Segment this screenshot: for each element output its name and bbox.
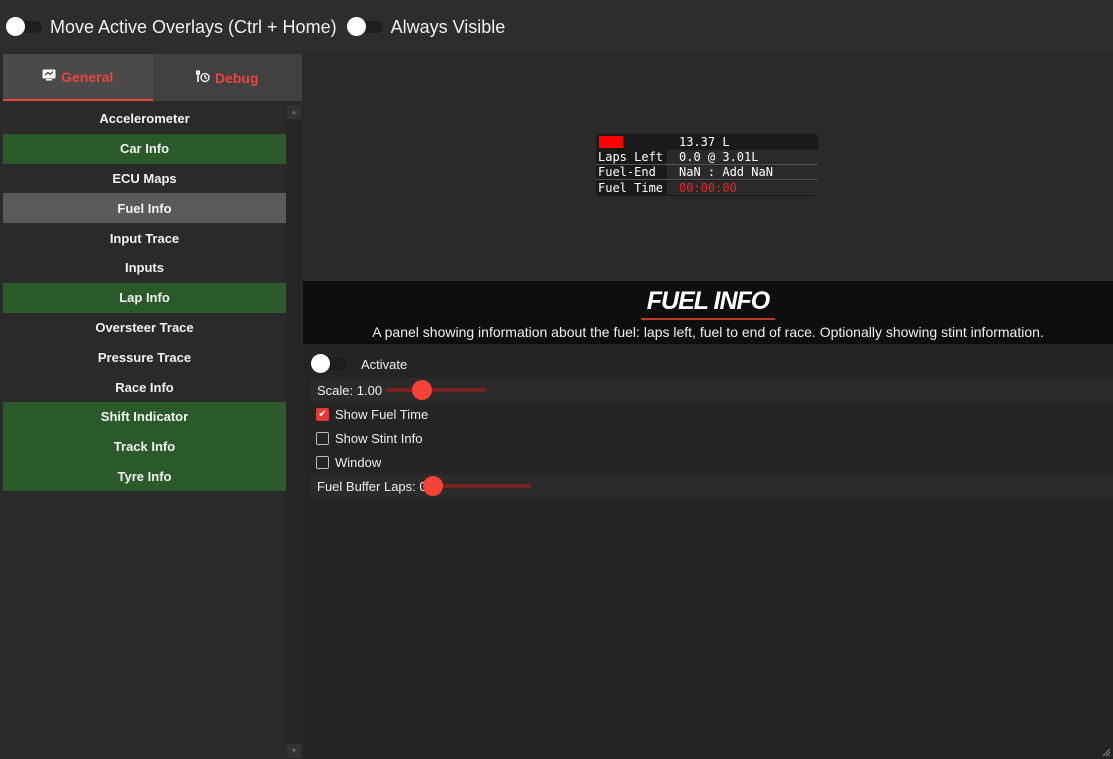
tab-bar: General Debug bbox=[3, 54, 302, 101]
fuel-buffer-slider-thumb[interactable] bbox=[422, 476, 443, 496]
list-item-label: Inputs bbox=[125, 260, 164, 276]
list-item[interactable]: Track Info bbox=[3, 431, 286, 462]
list-item[interactable]: Oversteer Trace bbox=[3, 313, 286, 343]
show-fuel-time-row: ✔ Show Fuel Time bbox=[311, 402, 1113, 426]
list-item[interactable]: Tyre Info bbox=[3, 461, 286, 492]
scale-row: Scale: 1.00 bbox=[311, 378, 1113, 402]
show-stint-info-row: Show Stint Info bbox=[311, 426, 1113, 450]
show-stint-info-checkbox[interactable] bbox=[316, 431, 329, 445]
always-visible-switch[interactable] bbox=[346, 17, 383, 36]
fuel-end-value: NaN : Add NaN bbox=[667, 165, 818, 179]
overlay-icon bbox=[42, 69, 56, 84]
move-overlays-toggle[interactable]: Move Active Overlays (Ctrl + Home) bbox=[6, 16, 337, 38]
fuel-buffer-label: Fuel Buffer Laps: 0 bbox=[317, 478, 427, 494]
laps-left-value: 0.0 @ 3.01L bbox=[667, 150, 818, 164]
fuel-end-row: Fuel-End NaN : Add NaN bbox=[596, 165, 818, 180]
overlay-list: Accelerometer Car Info ECU Maps Fuel Inf… bbox=[3, 104, 286, 492]
scroll-up-icon[interactable]: ▲ bbox=[287, 105, 301, 119]
list-item[interactable]: Shift Indicator bbox=[3, 401, 286, 432]
list-scrollbar[interactable]: ▲ ▼ bbox=[286, 104, 302, 759]
list-item-label: Car Info bbox=[119, 141, 170, 157]
scroll-down-icon[interactable]: ▼ bbox=[287, 744, 301, 758]
laps-left-row: Laps Left 0.0 @ 3.01L bbox=[596, 150, 818, 165]
window-label: Window bbox=[335, 454, 382, 470]
fuel-amount: 13.37 L bbox=[679, 135, 730, 149]
list-item-label: Input Trace bbox=[109, 230, 180, 246]
activate-switch[interactable] bbox=[311, 354, 347, 373]
fuel-level-bar bbox=[599, 136, 623, 148]
fuel-buffer-slider[interactable] bbox=[422, 476, 531, 496]
activate-label: Activate bbox=[361, 356, 408, 372]
resize-grip-icon[interactable] bbox=[1101, 747, 1111, 757]
scale-label: Scale: 1.00 bbox=[317, 382, 383, 398]
show-fuel-time-label: Show Fuel Time bbox=[335, 406, 429, 422]
always-visible-label: Always Visible bbox=[390, 16, 506, 37]
tab-general[interactable]: General bbox=[3, 54, 153, 101]
overlay-settings: Activate Scale: 1.00 ✔ Show Fuel Time Sh… bbox=[311, 350, 1113, 498]
list-item-label: Shift Indicator bbox=[100, 409, 189, 425]
fuel-time-label: Fuel Time bbox=[598, 180, 664, 195]
fuel-time-row: Fuel Time 00:00:00 bbox=[596, 180, 818, 195]
switch-knob bbox=[6, 17, 25, 36]
main-panel: 13.37 L Laps Left 0.0 @ 3.01L Fuel-End N… bbox=[303, 54, 1113, 759]
show-stint-info-label: Show Stint Info bbox=[335, 430, 423, 446]
tab-general-label: General bbox=[61, 68, 114, 85]
laps-left-label: Laps Left bbox=[598, 150, 664, 164]
list-item[interactable]: Car Info bbox=[3, 133, 286, 164]
activate-row: Activate bbox=[311, 350, 1113, 378]
overlay-preview: 13.37 L Laps Left 0.0 @ 3.01L Fuel-End N… bbox=[303, 54, 1113, 281]
scale-slider-thumb[interactable] bbox=[412, 380, 433, 400]
always-visible-toggle[interactable]: Always Visible bbox=[346, 16, 506, 38]
list-item[interactable]: ECU Maps bbox=[3, 164, 286, 194]
list-item-label: Fuel Info bbox=[117, 200, 172, 216]
top-bar: Move Active Overlays (Ctrl + Home) Alway… bbox=[0, 0, 1113, 54]
show-fuel-time-checkbox[interactable]: ✔ bbox=[316, 407, 329, 421]
overlay-description-banner: FUEL INFO A panel showing information ab… bbox=[303, 281, 1113, 344]
fuel-buffer-row: Fuel Buffer Laps: 0 bbox=[311, 474, 1113, 498]
list-item[interactable]: Inputs bbox=[3, 253, 286, 283]
fuel-time-value: 00:00:00 bbox=[667, 180, 818, 195]
list-item-label: Race Info bbox=[115, 379, 174, 395]
tab-debug-label: Debug bbox=[214, 69, 259, 86]
list-item[interactable]: Fuel Info bbox=[3, 193, 286, 224]
list-item[interactable]: Race Info bbox=[3, 372, 286, 402]
overlay-title: FUEL INFO bbox=[640, 287, 776, 320]
switch-knob bbox=[311, 354, 330, 373]
list-item-label: Oversteer Trace bbox=[95, 319, 194, 335]
tab-debug[interactable]: Debug bbox=[152, 54, 302, 101]
fuel-amount-row: 13.37 L bbox=[596, 134, 818, 150]
list-item-label: Accelerometer bbox=[99, 111, 190, 127]
list-item[interactable]: Lap Info bbox=[3, 282, 286, 313]
list-item[interactable]: Accelerometer bbox=[3, 104, 286, 134]
fuel-end-label: Fuel-End bbox=[598, 165, 656, 179]
list-item-label: Lap Info bbox=[119, 290, 170, 306]
debug-tools-icon bbox=[195, 70, 210, 86]
list-item[interactable]: Input Trace bbox=[3, 223, 286, 253]
list-item-label: Tyre Info bbox=[117, 468, 172, 484]
sidebar: General Debug Accelerometer Car Info ECU… bbox=[0, 54, 303, 759]
scale-slider[interactable] bbox=[386, 380, 487, 400]
list-item[interactable]: Pressure Trace bbox=[3, 342, 286, 372]
move-overlays-switch[interactable] bbox=[6, 17, 42, 36]
list-item-label: Pressure Trace bbox=[97, 349, 192, 365]
overlay-description: A panel showing information about the fu… bbox=[372, 324, 1044, 340]
list-item-label: ECU Maps bbox=[112, 170, 177, 186]
switch-knob bbox=[346, 17, 366, 36]
window-checkbox[interactable] bbox=[316, 455, 329, 469]
window-row: Window bbox=[311, 450, 1113, 474]
fuel-info-overlay[interactable]: 13.37 L Laps Left 0.0 @ 3.01L Fuel-End N… bbox=[596, 134, 818, 196]
move-overlays-label: Move Active Overlays (Ctrl + Home) bbox=[50, 16, 337, 37]
list-item-label: Track Info bbox=[113, 439, 176, 455]
